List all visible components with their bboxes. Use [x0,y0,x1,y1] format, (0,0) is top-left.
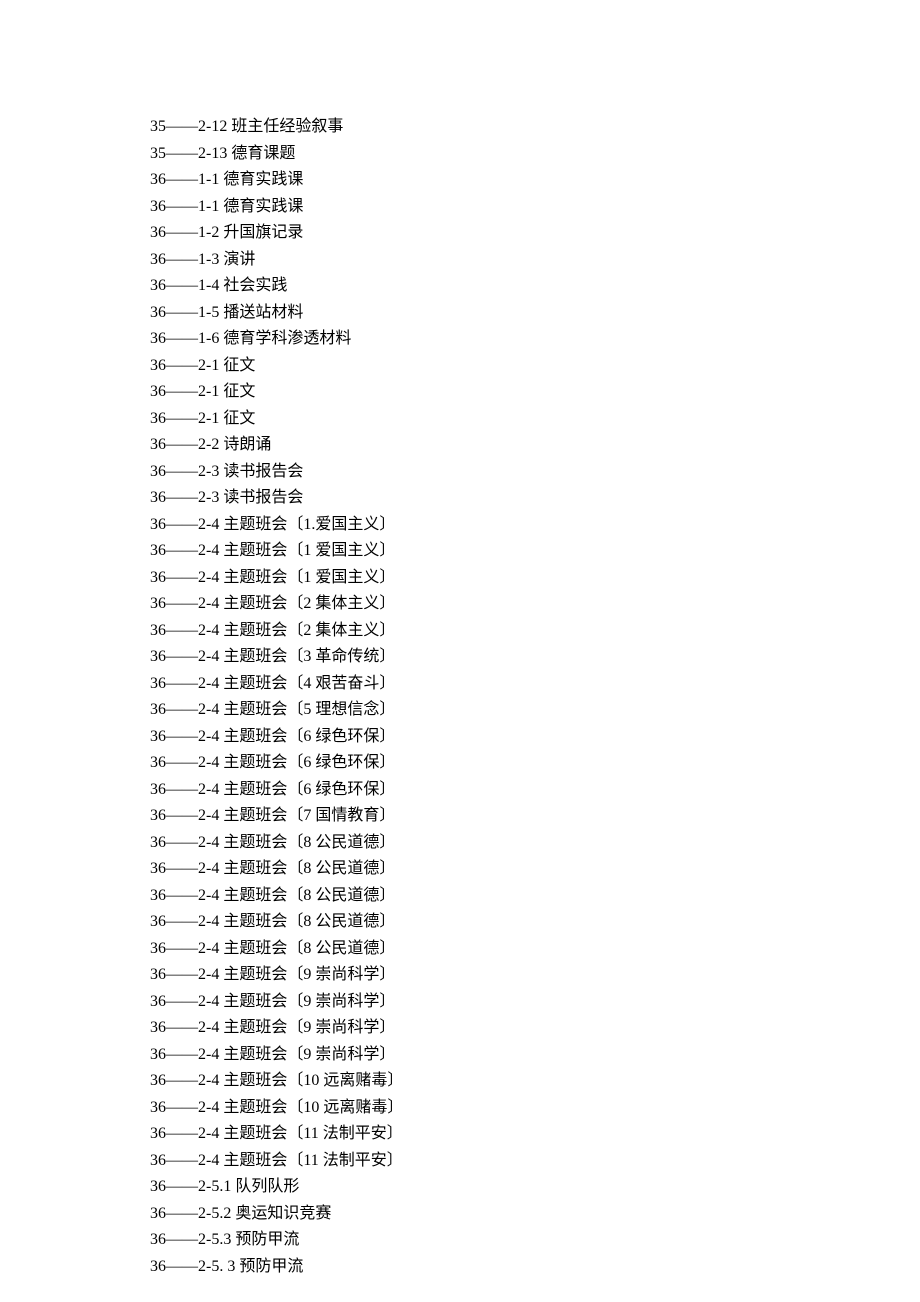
list-item: 36——2-4 主题班会〔6 绿色环保〕 [150,750,403,777]
list-item: 36——2-2 诗朗诵 [150,432,403,459]
list-item: 36——1-6 德育学科渗透材料 [150,326,403,353]
list-item: 36——2-1 征文 [150,379,403,406]
list-item: 36——2-5.2 奥运知识竞赛 [150,1201,403,1228]
list-item: 35——2-12 班主任经验叙事 [150,114,403,141]
list-item: 36——1-1 德育实践课 [150,194,403,221]
list-item: 36——2-4 主题班会〔9 崇尚科学〕 [150,962,403,989]
list-item: 36——1-1 德育实践课 [150,167,403,194]
list-item: 36——2-4 主题班会〔6 绿色环保〕 [150,777,403,804]
list-item: 36——2-4 主题班会〔9 崇尚科学〕 [150,989,403,1016]
list-item: 36——2-4 主题班会〔9 崇尚科学〕 [150,1015,403,1042]
list-item: 35——2-13 德育课题 [150,141,403,168]
list-item: 36——2-1 征文 [150,406,403,433]
list-item: 36——2-4 主题班会〔10 远离赌毒〕 [150,1068,403,1095]
list-item: 36——2-4 主题班会〔1 爱国主义〕 [150,538,403,565]
list-item: 36——2-1 征文 [150,353,403,380]
list-item: 36——2-4 主题班会〔9 崇尚科学〕 [150,1042,403,1069]
list-item: 36——2-4 主题班会〔4 艰苦奋斗〕 [150,671,403,698]
list-item: 36——2-4 主题班会〔5 理想信念〕 [150,697,403,724]
list-item: 36——2-4 主题班会〔10 远离赌毒〕 [150,1095,403,1122]
list-item: 36——2-4 主题班会〔2 集体主义〕 [150,618,403,645]
list-item: 36——2-3 读书报告会 [150,485,403,512]
list-item: 36——2-3 读书报告会 [150,459,403,486]
list-item: 36——2-4 主题班会〔2 集体主义〕 [150,591,403,618]
list-item: 36——2-4 主题班会〔8 公民道德〕 [150,909,403,936]
list-item: 36——2-5.1 队列队形 [150,1174,403,1201]
list-item: 36——2-4 主题班会〔8 公民道德〕 [150,883,403,910]
list-item: 36——1-5 播送站材料 [150,300,403,327]
list-item: 36——2-4 主题班会〔11 法制平安〕 [150,1121,403,1148]
list-item: 36——1-4 社会实践 [150,273,403,300]
list-item: 36——2-4 主题班会〔1.爱国主义〕 [150,512,403,539]
list-item: 36——2-4 主题班会〔11 法制平安〕 [150,1148,403,1175]
list-item: 36——2-4 主题班会〔3 革命传统〕 [150,644,403,671]
list-item: 36——2-5. 3 预防甲流 [150,1254,403,1281]
list-item: 36——2-4 主题班会〔7 国情教育〕 [150,803,403,830]
document-content: 35——2-12 班主任经验叙事 35——2-13 德育课题 36——1-1 德… [150,114,403,1280]
list-item: 36——1-2 升国旗记录 [150,220,403,247]
list-item: 36——2-4 主题班会〔8 公民道德〕 [150,830,403,857]
list-item: 36——2-4 主题班会〔8 公民道德〕 [150,856,403,883]
list-item: 36——1-3 演讲 [150,247,403,274]
list-item: 36——2-5.3 预防甲流 [150,1227,403,1254]
list-item: 36——2-4 主题班会〔6 绿色环保〕 [150,724,403,751]
list-item: 36——2-4 主题班会〔8 公民道德〕 [150,936,403,963]
list-item: 36——2-4 主题班会〔1 爱国主义〕 [150,565,403,592]
